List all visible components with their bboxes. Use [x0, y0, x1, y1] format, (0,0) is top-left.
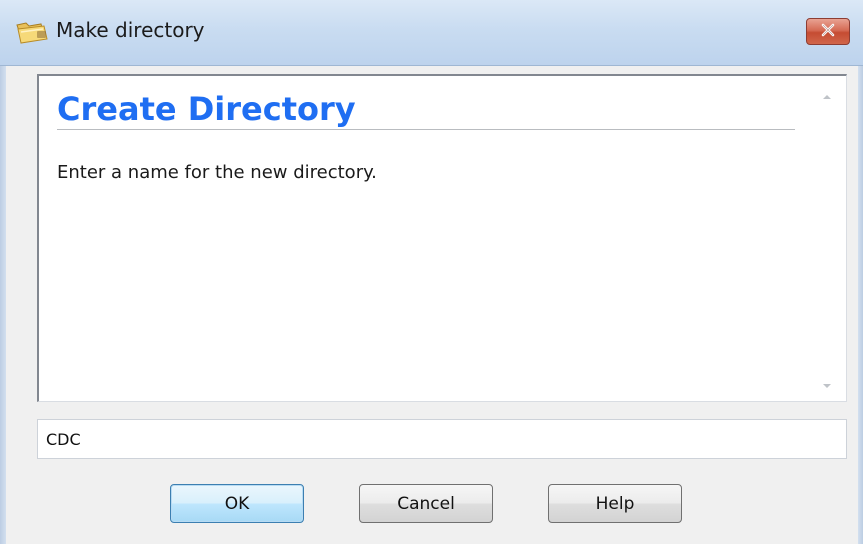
make-directory-dialog: Make directory Create Directory Enter a …	[0, 0, 863, 544]
cancel-button[interactable]: Cancel	[359, 484, 493, 523]
page-title: Create Directory	[57, 90, 356, 128]
close-icon	[819, 22, 837, 41]
close-button[interactable]	[806, 18, 850, 45]
scroll-up-button[interactable]	[808, 82, 846, 106]
directory-name-input[interactable]	[37, 419, 847, 459]
chevron-up-icon	[822, 85, 832, 104]
window-title: Make directory	[56, 18, 205, 42]
heading-divider	[57, 129, 795, 130]
title-bar[interactable]: Make directory	[0, 0, 863, 66]
window-frame-right	[858, 66, 863, 544]
instruction-text: Enter a name for the new directory.	[57, 162, 377, 183]
folder-icon	[15, 19, 49, 45]
message-panel: Create Directory Enter a name for the ne…	[37, 74, 847, 402]
help-button[interactable]: Help	[548, 484, 682, 523]
scroll-down-button[interactable]	[808, 371, 846, 395]
chevron-down-icon	[822, 374, 832, 393]
vertical-scrollbar[interactable]	[808, 76, 846, 401]
ok-button[interactable]: OK	[170, 484, 304, 523]
